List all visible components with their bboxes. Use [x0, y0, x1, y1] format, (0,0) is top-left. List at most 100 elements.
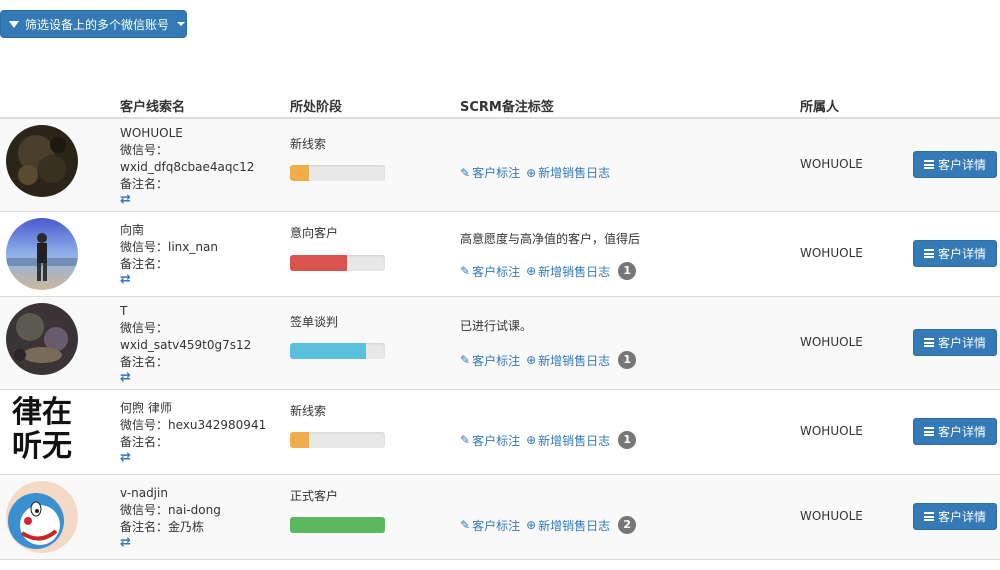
stage-label: 意向客户: [290, 226, 339, 240]
add-sales-log-link[interactable]: ⊕ 新增销售日志: [526, 164, 610, 181]
avatar-calligraphy-line2: 听无: [12, 429, 72, 464]
stage-label: 新线索: [290, 404, 327, 418]
customer-name-cell: 何煦 律师 微信号：hexu342980941 备注名： ⇄: [120, 400, 266, 464]
customer-detail-button[interactable]: 客户详情: [913, 329, 997, 356]
customer-detail-button[interactable]: 客户详情: [913, 503, 997, 530]
customer-detail-button[interactable]: 客户详情: [913, 151, 997, 178]
swap-icon[interactable]: ⇄: [120, 273, 218, 286]
plus-circle-icon: ⊕: [526, 264, 537, 278]
owner: WOHUOLE: [800, 335, 863, 349]
add-sales-log-link[interactable]: ⊕ 新增销售日志: [526, 517, 610, 534]
swap-icon[interactable]: ⇄: [120, 371, 251, 384]
scrm-links: ✎ 客户标注 ⊕ 新增销售日志 1: [460, 351, 637, 369]
wechat-id: hexu342980941: [168, 418, 267, 432]
table-row: v-nadjin 微信号：nai-dong 备注名：金乃栋 ⇄ 正式客户 ✎ 客户…: [0, 475, 1000, 560]
pencil-icon: ✎: [460, 518, 471, 532]
customer-name-cell: WOHUOLE 微信号： wxid_dfq8cbae4aqc12 备注名： ⇄: [120, 125, 254, 206]
filter-button-label: 筛选设备上的多个微信账号: [25, 17, 170, 32]
customer-name-cell: T 微信号： wxid_satv459t0g7s12 备注名： ⇄: [120, 303, 251, 384]
caret-down-icon: [177, 22, 186, 26]
avatar: [6, 481, 78, 553]
list-icon: [923, 512, 934, 521]
scrm-links: ✎ 客户标注 ⊕ 新增销售日志 1: [460, 262, 637, 280]
customer-name-cell: v-nadjin 微信号：nai-dong 备注名：金乃栋 ⇄: [120, 485, 221, 549]
stage-progress-bar: [290, 343, 385, 359]
owner: WOHUOLE: [800, 424, 863, 438]
filter-wechat-accounts-button[interactable]: 筛选设备上的多个微信账号: [0, 10, 187, 38]
table-row: WOHUOLE 微信号： wxid_dfq8cbae4aqc12 备注名： ⇄ …: [0, 119, 1000, 212]
header-owner: 所属人: [800, 100, 840, 115]
plus-circle-icon: ⊕: [526, 433, 537, 447]
customer-detail-button[interactable]: 客户详情: [913, 418, 997, 445]
wechat-label: 微信号：: [120, 418, 169, 432]
log-count-badge: 1: [618, 262, 637, 280]
remark-label: 备注名：: [120, 435, 169, 449]
owner: WOHUOLE: [800, 509, 863, 523]
scrm-links: ✎ 客户标注 ⊕ 新增销售日志 2: [460, 516, 637, 534]
remark-label: 备注名：: [120, 257, 169, 271]
avatar-calligraphy-line1: 律在: [12, 396, 72, 430]
stage-label: 正式客户: [290, 489, 339, 503]
wechat-label: 微信号：: [120, 240, 169, 254]
scrm-note: 高意愿度与高净值的客户，值得后: [460, 232, 641, 246]
customer-tag-link[interactable]: ✎ 客户标注: [460, 164, 520, 181]
customer-detail-button[interactable]: 客户详情: [913, 240, 997, 267]
list-icon: [923, 249, 934, 258]
owner: WOHUOLE: [800, 246, 863, 260]
wechat-id: wxid_dfq8cbae4aqc12: [120, 160, 255, 174]
scrm-links: ✎ 客户标注 ⊕ 新增销售日志 1: [460, 431, 637, 449]
log-count-badge: 1: [618, 431, 637, 449]
swap-icon[interactable]: ⇄: [120, 536, 221, 549]
customer-tag-link[interactable]: ✎ 客户标注: [460, 432, 520, 449]
customer-name: 何煦 律师: [120, 401, 172, 415]
stage-progress-bar: [290, 517, 385, 533]
avatar: [6, 218, 78, 290]
wechat-label: 微信号：: [120, 143, 169, 157]
table-row: T 微信号： wxid_satv459t0g7s12 备注名： ⇄ 签单谈判 已…: [0, 297, 1000, 390]
remark-label: 备注名：: [120, 177, 169, 191]
avatar: [6, 303, 78, 375]
customer-tag-link[interactable]: ✎ 客户标注: [460, 263, 520, 280]
scrm-note: 已进行试课。: [460, 319, 533, 333]
plus-circle-icon: ⊕: [526, 353, 537, 367]
wechat-id: nai-dong: [168, 503, 221, 517]
customer-name: WOHUOLE: [120, 126, 183, 140]
wechat-id: linx_nan: [168, 240, 218, 254]
add-sales-log-link[interactable]: ⊕ 新增销售日志: [526, 263, 610, 280]
log-count-badge: 1: [618, 351, 637, 369]
swap-icon[interactable]: ⇄: [120, 193, 254, 206]
add-sales-log-link[interactable]: ⊕ 新增销售日志: [526, 352, 610, 369]
customer-name-cell: 向南 微信号：linx_nan 备注名： ⇄: [120, 222, 218, 286]
pencil-icon: ✎: [460, 264, 471, 278]
stage-label: 签单谈判: [290, 315, 339, 329]
customer-name: 向南: [120, 223, 145, 237]
log-count-badge: 2: [618, 516, 637, 534]
stage-progress-bar: [290, 255, 385, 271]
list-icon: [923, 160, 934, 169]
remark-label: 备注名：: [120, 355, 169, 369]
add-sales-log-link[interactable]: ⊕ 新增销售日志: [526, 432, 610, 449]
list-icon: [923, 338, 934, 347]
pencil-icon: ✎: [460, 353, 471, 367]
customer-name: T: [120, 304, 128, 318]
customer-name: v-nadjin: [120, 486, 168, 500]
stage-label: 新线索: [290, 137, 327, 151]
progress-fill: [290, 165, 309, 181]
wechat-label: 微信号：: [120, 503, 169, 517]
progress-fill: [290, 432, 309, 448]
stage-progress-bar: [290, 165, 385, 181]
remark-label: 备注名：: [120, 520, 169, 534]
customer-tag-link[interactable]: ✎ 客户标注: [460, 352, 520, 369]
table-row: 向南 微信号：linx_nan 备注名： ⇄ 意向客户 高意愿度与高净值的客户，…: [0, 212, 1000, 297]
avatar: [6, 125, 78, 197]
pencil-icon: ✎: [460, 433, 471, 447]
table-row: 律在 听无 何煦 律师 微信号：hexu342980941 备注名： ⇄ 新线索…: [0, 390, 1000, 475]
filter-icon: [9, 20, 19, 28]
header-scrm-tags: SCRM备注标签: [460, 100, 554, 115]
remark-value: 金乃栋: [168, 520, 205, 534]
customer-tag-link[interactable]: ✎ 客户标注: [460, 517, 520, 534]
stage-progress-bar: [290, 432, 385, 448]
pencil-icon: ✎: [460, 165, 471, 180]
list-icon: [923, 427, 934, 436]
swap-icon[interactable]: ⇄: [120, 451, 266, 464]
